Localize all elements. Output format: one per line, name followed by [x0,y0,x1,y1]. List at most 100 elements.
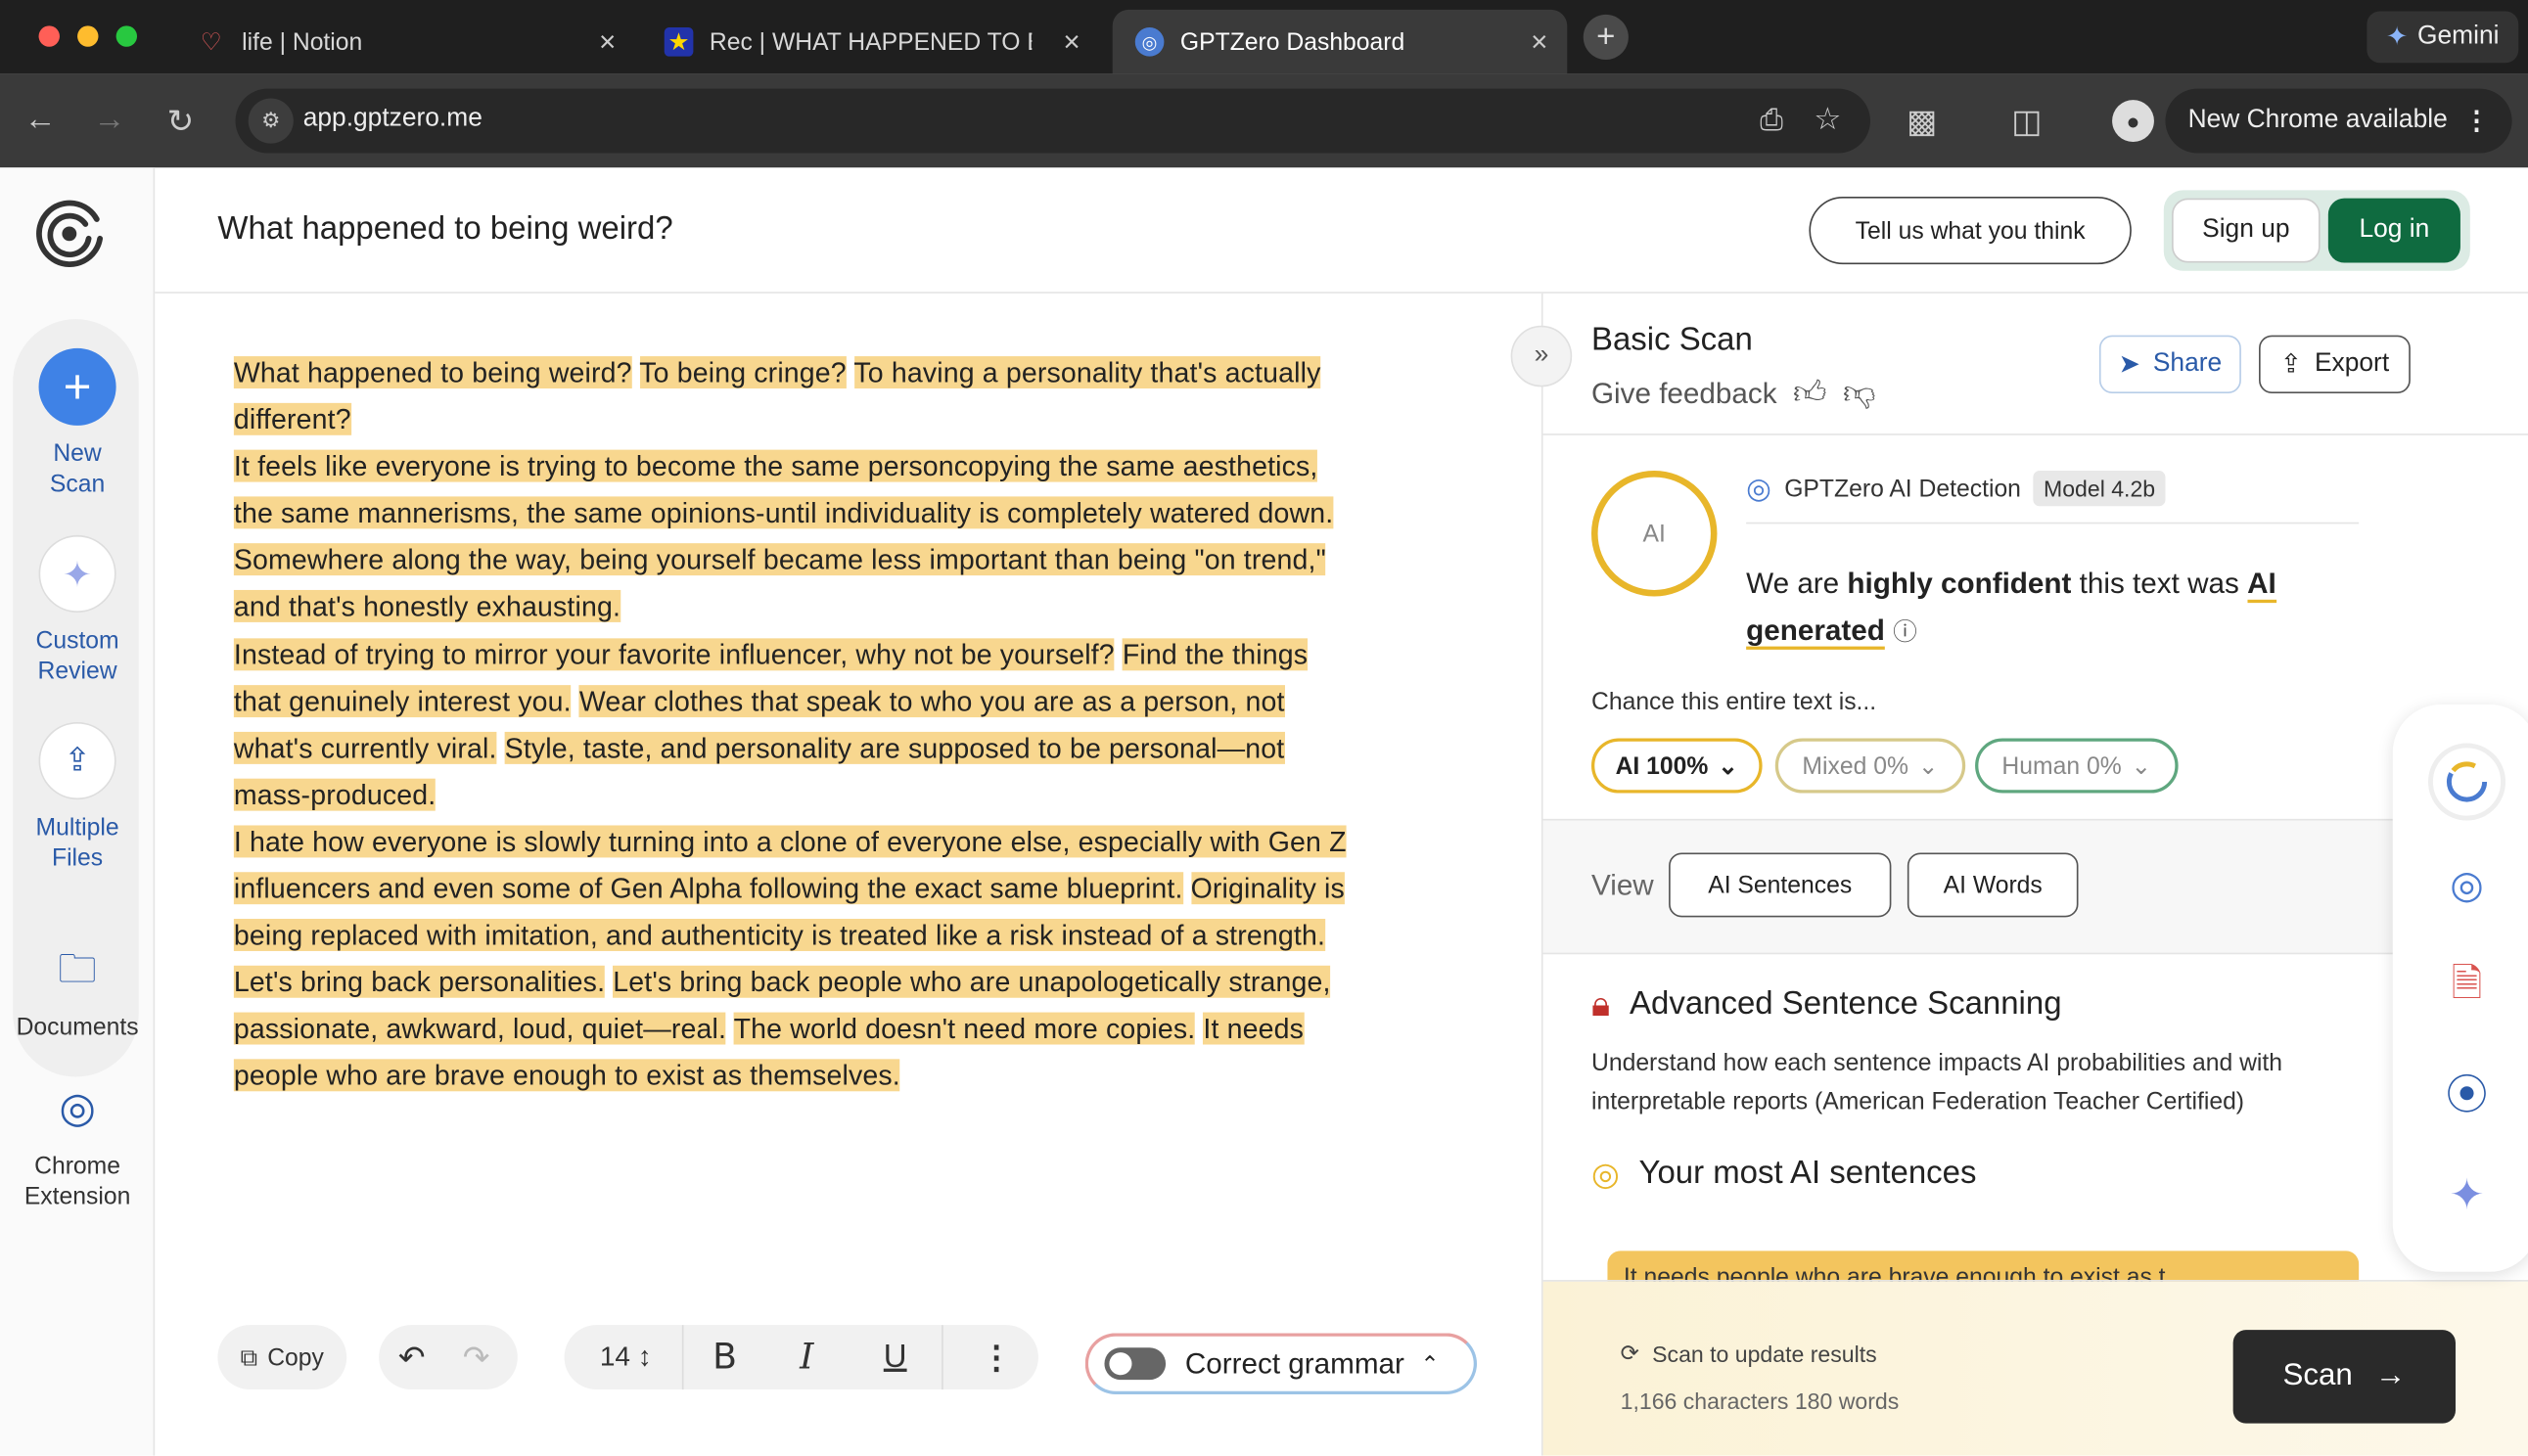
scan-footer: ⟳ Scan to update results 1,166 character… [1542,1280,2528,1456]
export-button[interactable]: ⇪ Export [2259,335,2411,393]
chrome-extension-button[interactable]: ◎ Chrome Extension [0,1086,155,1212]
custom-review-button[interactable]: ✦ Custom Review [0,534,155,687]
maximize-window-button[interactable] [115,25,138,47]
text-line[interactable]: Instead of trying to mirror your favorit… [233,631,1459,678]
address-bar[interactable]: ⚙ app.gptzero.me ⎙ ☆ [235,88,1870,154]
gemini-button[interactable]: ✦ Gemini [2367,11,2519,64]
more-vert-icon: ⋮ [2463,108,2490,136]
progress-ring-icon[interactable] [2427,743,2506,821]
text-line[interactable]: passionate, awkward, loud, quiet—real. T… [233,1006,1459,1053]
tab-search-icon[interactable]: ◫ [2007,102,2046,142]
editor-text[interactable]: What happened to being weird? To being c… [233,349,1459,1100]
install-app-icon[interactable]: ⎙ [1760,103,1783,137]
floating-tools: ◎ 🗎︎ ⦿ ✦ [2392,704,2528,1272]
extensions-puzzle-icon[interactable]: ▩ [1903,102,1942,142]
chip-ai[interactable]: AI 100% ⌄ [1590,738,1763,794]
minimize-window-button[interactable] [77,25,99,47]
text-line[interactable]: that genuinely interest you. Wear clothe… [233,678,1459,725]
multiple-files-label: Multiple [35,813,119,842]
text-line[interactable]: Let's bring back personalities. Let's br… [233,960,1459,1007]
new-chrome-available-button[interactable]: New Chrome available ⋮ [2165,88,2512,154]
text-line[interactable]: It feels like everyone is trying to beco… [233,443,1459,490]
share-button[interactable]: ➤ Share [2098,335,2241,393]
heart-icon: ♡ [200,28,222,57]
tell-us-button[interactable]: Tell us what you think [1809,196,2132,265]
font-size-select[interactable]: 14 ↕ [600,1342,652,1374]
chip-human[interactable]: Human 0% ⌄ [1975,738,2179,794]
thumbs-down-icon[interactable]: 👎︎ [1843,374,1875,413]
sign-up-button[interactable]: Sign up [2172,198,2321,263]
view-bar: View AI Sentences AI Words [1542,818,2528,955]
close-tab-icon[interactable]: × [1063,25,1080,60]
browser-tab-rec[interactable]: ★ Rec | WHAT HAPPENED TO B × [642,10,1100,74]
gptzero-logo[interactable] [32,197,107,271]
divider [1746,522,2360,524]
ai-words-button[interactable]: AI Words [1907,852,2079,918]
back-arrow-icon[interactable]: ← [21,102,60,139]
new-scan-button[interactable]: + New Scan [0,347,155,500]
text-line[interactable]: What happened to being weird? To being c… [233,349,1459,396]
thumbs-up-icon[interactable]: 👍︎ [1793,374,1826,413]
document-title[interactable]: What happened to being weird? [217,211,672,249]
highlighted-sentence: To being cringe? [639,356,847,389]
multiple-files-button[interactable]: ⇪ Multiple Files [0,722,155,874]
highlighted-sentence: being replaced with imitation, and authe… [233,919,1326,952]
info-icon[interactable]: ⓘ [1893,619,1917,647]
document-search-icon[interactable]: 🗎︎ [2428,949,2505,1026]
text-line[interactable]: being replaced with imitation, and authe… [233,913,1459,960]
undo-icon[interactable]: ↶ [398,1338,426,1378]
adv-title-text: Advanced Sentence Scanning [1630,985,2062,1022]
chip-mixed[interactable]: Mixed 0% ⌄ [1774,738,1966,794]
copy-label: Copy [267,1343,324,1372]
text-line[interactable]: different? [233,396,1459,443]
text-line[interactable]: people who are brave enough to exist as … [233,1053,1459,1100]
copy-button[interactable]: ⧉ Copy [217,1325,347,1390]
site-settings-icon[interactable]: ⚙ [248,98,294,144]
confidence-bold: highly confident [1847,567,2072,600]
ai-sentences-button[interactable]: AI Sentences [1669,852,1892,918]
give-feedback-label: Give feedback [1590,376,1777,409]
profile-avatar[interactable]: ● [2112,100,2154,142]
close-tab-icon[interactable]: × [599,25,616,60]
export-label: Export [2314,349,2390,378]
upload-icon: ⇪ [38,722,116,800]
browser-tab-gptzero[interactable]: ◎ GPTZero Dashboard × [1112,9,1568,74]
toggle-switch[interactable] [1104,1347,1167,1381]
log-in-button[interactable]: Log in [2327,198,2460,263]
results-header: Basic Scan Give feedback 👍︎ 👎︎ ➤ Share ⇪… [1542,294,2528,435]
new-tab-button[interactable]: + [1583,14,1629,60]
forward-arrow-icon[interactable]: → [90,102,129,139]
send-icon: ➤ [2118,351,2140,380]
sentence-gap [726,1013,734,1045]
text-line[interactable]: I hate how everyone is slowly turning in… [233,819,1459,866]
more-options-icon[interactable]: ⋮ [981,1338,1013,1378]
lock-icon: 🔒︎ [1590,982,1611,1024]
close-tab-icon[interactable]: × [1531,25,1547,60]
text-line[interactable]: Somewhere along the way, being yourself … [233,537,1459,584]
detector-row: ◎ GPTZero AI Detection Model 4.2b [1746,471,2166,507]
highlighted-sentence: mass-produced. [233,778,437,811]
documents-button[interactable]: 🗀 Documents [0,950,155,1043]
gptzero-color-icon[interactable]: ◎ [2428,846,2505,924]
bookmark-star-icon[interactable]: ☆ [1814,102,1841,139]
text-line[interactable]: and that's honestly exhausting. [233,584,1459,631]
italic-icon[interactable]: I [800,1338,813,1378]
sparkle-icon[interactable]: ✦ [2428,1156,2505,1233]
highlighted-sentence: What happened to being weird? [233,356,632,389]
text-editor[interactable]: What happened to being weird? To being c… [155,294,1541,1456]
close-window-button[interactable] [38,25,60,47]
redo-icon[interactable]: ↷ [463,1338,490,1378]
text-line[interactable]: the same mannerisms, the same opinions-u… [233,490,1459,537]
scan-button[interactable]: Scan → [2232,1330,2456,1424]
text-line[interactable]: what's currently viral. Style, taste, an… [233,725,1459,772]
text-line[interactable]: influencers and even some of Gen Alpha f… [233,866,1459,913]
text-line[interactable]: mass-produced. [233,772,1459,819]
highlighted-sentence: different? [233,403,351,435]
underline-icon[interactable]: U [884,1339,907,1376]
browser-tab-notion[interactable]: ♡ life | Notion × [174,10,635,74]
reload-icon[interactable]: ↻ [161,102,201,142]
correct-grammar-toggle[interactable]: Correct grammar ⌃ [1084,1333,1478,1395]
tab-label: life | Notion [242,27,363,56]
bold-icon[interactable]: B [712,1338,737,1378]
spiral-icon[interactable]: ⦿ [2428,1053,2505,1130]
